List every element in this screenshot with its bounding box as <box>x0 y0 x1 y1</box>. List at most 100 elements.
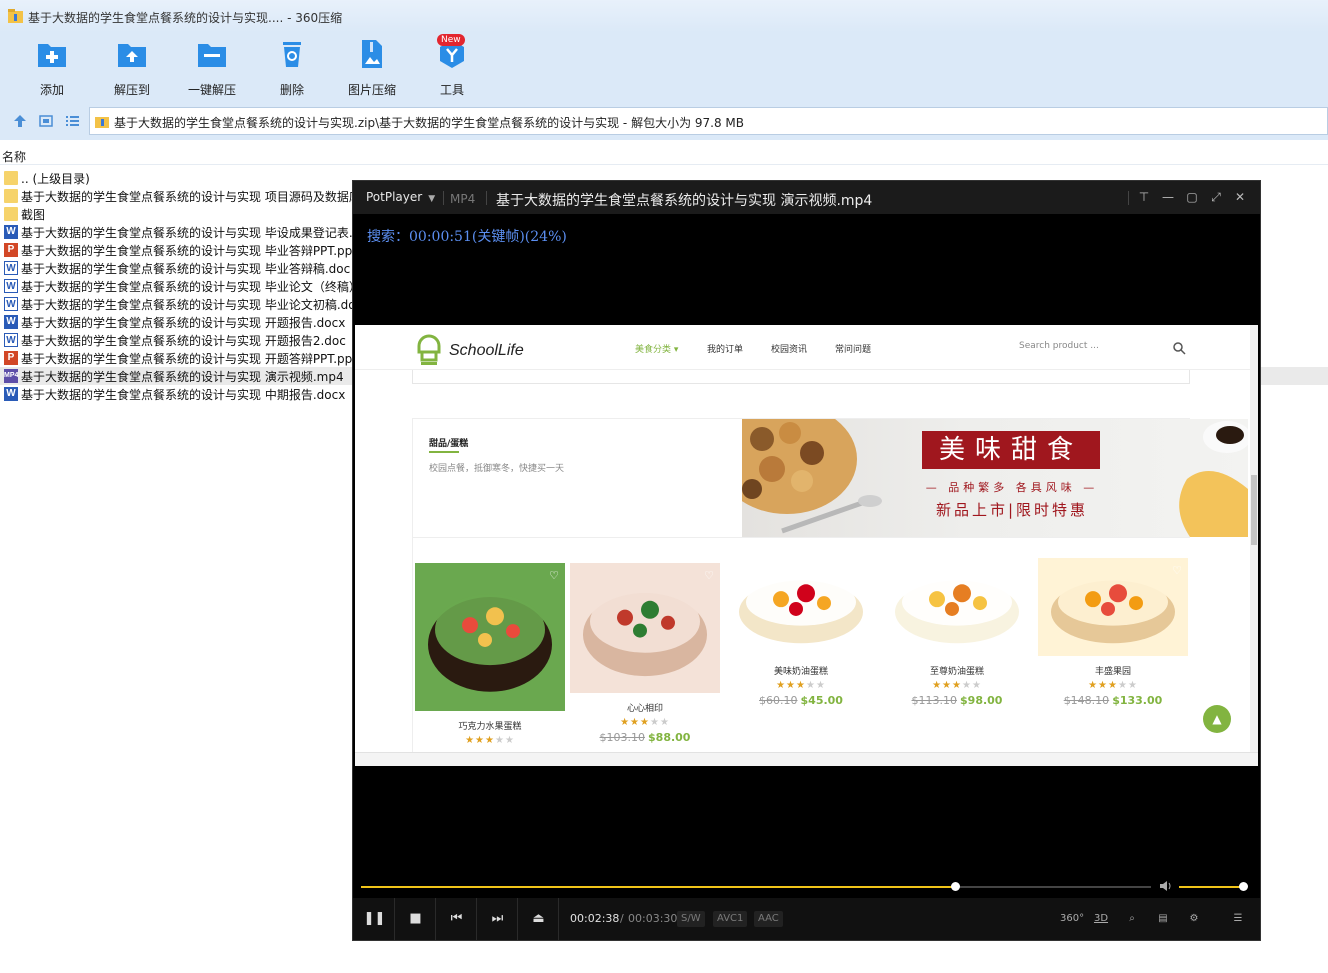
wishlist-heart-icon[interactable]: ♡ <box>549 569 559 582</box>
volume-icon[interactable] <box>1159 880 1173 892</box>
potplayer-menu-button[interactable]: PotPlayer ▼ <box>366 190 435 204</box>
seek-bar-progress <box>361 886 956 888</box>
product-grid: ♡ 巧克力水果蛋糕 ★★★★★ ♡ 心心相印 ★★★★★ $103.10 $88.00 ♡ 美味奶… <box>412 538 1190 766</box>
star-icon: ★ <box>1127 680 1138 691</box>
product-name[interactable]: 至尊奶油蛋糕 <box>882 664 1032 677</box>
fullscreen-icon[interactable]: ⤢ <box>1208 189 1224 205</box>
file-name: 基于大数据的学生食堂点餐系统的设计与实现 开题报告.docx <box>21 316 346 330</box>
thumbnail-view-icon[interactable] <box>38 113 54 129</box>
close-icon[interactable]: ✕ <box>1232 189 1248 205</box>
file-list-header[interactable]: 名称 <box>0 145 1328 165</box>
star-icon: ★ <box>942 680 953 691</box>
dessert-banner[interactable]: 美味甜食 — 品种繁多 各具风味 — 新品上市|限时特惠 <box>742 419 1248 537</box>
address-field[interactable]: 基于大数据的学生食堂点餐系统的设计与实现.zip\基于大数据的学生食堂点餐系统的… <box>89 107 1328 135</box>
3d-button[interactable]: 3D <box>1091 910 1111 928</box>
product-name[interactable]: 美味奶油蛋糕 <box>726 664 876 677</box>
product-price: $148.10 $133.00 <box>1038 694 1188 707</box>
wishlist-heart-icon[interactable]: ♡ <box>704 569 714 582</box>
nav-food-category[interactable]: 美食分类 ▾ <box>635 342 678 355</box>
image-compress-button[interactable]: 图片压缩 <box>337 38 407 98</box>
star-icon: ★ <box>1108 680 1118 691</box>
up-arrow-icon[interactable] <box>12 113 28 129</box>
word-file-icon: W <box>4 297 18 311</box>
product-name[interactable]: 巧克力水果蛋糕 <box>415 719 565 732</box>
capture-icon[interactable]: ⌕ <box>1122 910 1142 928</box>
playlist-icon[interactable]: ▤ <box>1153 910 1173 928</box>
seek-bar-handle[interactable] <box>951 882 961 891</box>
video-frame[interactable]: SchoolLife 美食分类 ▾ 我的订单 校园资讯 常问问题 Search … <box>355 325 1258 766</box>
product-current-price: $88.00 <box>648 731 691 744</box>
product-old-price: $113.10 <box>911 694 958 707</box>
product-name[interactable]: 丰盛果园 <box>1038 664 1188 677</box>
file-name: 基于大数据的学生食堂点餐系统的设计与实现 开题报告2.doc <box>21 334 346 348</box>
volume-slider[interactable] <box>1179 882 1248 891</box>
product-name[interactable]: 心心相印 <box>570 701 720 714</box>
menu-icon[interactable]: ☰ <box>1228 910 1248 928</box>
product-image[interactable]: ♡ <box>726 558 876 656</box>
extract-to-button[interactable]: 解压到 <box>97 38 167 98</box>
star-icon: ★ <box>620 717 631 728</box>
previous-section-box <box>412 370 1190 384</box>
vr-360-button[interactable]: 360° <box>1060 910 1084 928</box>
decoder-badge[interactable]: S/W <box>677 911 705 927</box>
product-card[interactable]: ♡ 丰盛果园 ★★★★★ $148.10 $133.00 <box>1038 558 1188 707</box>
product-image[interactable]: ♡ <box>570 563 720 693</box>
audio-codec-badge[interactable]: AAC <box>754 911 783 927</box>
site-search-placeholder: Search product ... <box>1019 341 1099 351</box>
address-bar: 基于大数据的学生食堂点餐系统的设计与实现.zip\基于大数据的学生食堂点餐系统的… <box>0 102 1328 140</box>
one-click-extract-button[interactable]: 一键解压 <box>177 38 247 98</box>
settings-icon[interactable]: ⚙ <box>1184 910 1204 928</box>
star-icon: ★ <box>786 680 797 691</box>
archive-titlebar: 基于大数据的学生食堂点餐系统的设计与实现.... - 360压缩 <box>0 0 1328 32</box>
product-image[interactable]: ♡ <box>1038 558 1188 656</box>
column-name-header[interactable]: 名称 <box>2 148 26 165</box>
product-card[interactable]: ♡ 巧克力水果蛋糕 ★★★★★ <box>415 563 565 762</box>
star-icon: ★ <box>1098 680 1109 691</box>
category-underline <box>429 451 459 453</box>
site-search[interactable]: Search product ... <box>1009 334 1193 360</box>
seek-bar[interactable] <box>361 882 1151 891</box>
pin-icon[interactable]: ⊤ <box>1136 189 1152 205</box>
product-image[interactable]: ♡ <box>415 563 565 711</box>
tools-button[interactable]: New 工具 <box>417 34 487 98</box>
video-codec-badge[interactable]: AVC1 <box>713 911 748 927</box>
list-view-icon[interactable] <box>64 113 80 129</box>
scroll-to-top-button[interactable]: ▲ <box>1203 705 1231 733</box>
maximize-icon[interactable]: ▢ <box>1184 189 1200 205</box>
potplayer-titlebar: PotPlayer ▼ MP4 基于大数据的学生食堂点餐系统的设计与实现 演示视频… <box>353 181 1260 214</box>
product-card[interactable]: ♡ 美味奶油蛋糕 ★★★★★ $60.10 $45.00 <box>726 558 876 707</box>
word-file-icon: W <box>4 279 18 293</box>
extract-to-label: 解压到 <box>113 83 150 97</box>
nav-my-orders[interactable]: 我的订单 <box>707 342 743 355</box>
banner-subtitle: — 品种繁多 各具风味 — <box>925 481 1099 494</box>
category-description: 校园点餐，抵御寒冬，快捷买一天 <box>429 464 565 474</box>
add-label: 添加 <box>39 83 64 97</box>
volume-level <box>1179 886 1243 888</box>
file-name: 基于大数据的学生食堂点餐系统的设计与实现 毕设成果登记表.docx <box>21 226 382 240</box>
product-image[interactable]: ♡ <box>882 558 1032 656</box>
file-name: 基于大数据的学生食堂点餐系统的设计与实现 毕业论文初稿.docx <box>21 298 370 312</box>
one-click-extract-icon <box>198 44 226 67</box>
pause-button[interactable]: ❚❚ <box>355 898 395 940</box>
minimize-icon[interactable]: — <box>1160 189 1176 205</box>
page-scrollbar[interactable] <box>1250 325 1258 758</box>
previous-button[interactable]: ⏮ <box>437 898 477 940</box>
volume-handle[interactable] <box>1239 882 1248 891</box>
new-badge: New <box>437 34 465 46</box>
search-icon[interactable] <box>1172 341 1186 355</box>
eject-button[interactable]: ⏏ <box>519 898 559 940</box>
product-card[interactable]: ♡ 心心相印 ★★★★★ $103.10 $88.00 <box>570 563 720 744</box>
nav-faq[interactable]: 常问问题 <box>835 342 871 355</box>
wishlist-heart-icon[interactable]: ♡ <box>1172 564 1182 577</box>
nav-campus-news[interactable]: 校园资讯 <box>771 342 807 355</box>
stop-button[interactable]: ■ <box>396 898 436 940</box>
product-card[interactable]: ♡ 至尊奶油蛋糕 ★★★★★ $113.10 $98.00 <box>882 558 1032 707</box>
next-button[interactable]: ⏭ <box>478 898 518 940</box>
delete-button[interactable]: 删除 <box>257 38 327 98</box>
product-current-price: $133.00 <box>1112 694 1163 707</box>
add-button[interactable]: 添加 <box>17 38 87 98</box>
folder-icon <box>4 207 18 221</box>
scrollbar-thumb[interactable] <box>1251 475 1257 545</box>
wishlist-heart-icon[interactable]: ♡ <box>1016 564 1026 577</box>
wishlist-heart-icon[interactable]: ♡ <box>860 564 870 577</box>
